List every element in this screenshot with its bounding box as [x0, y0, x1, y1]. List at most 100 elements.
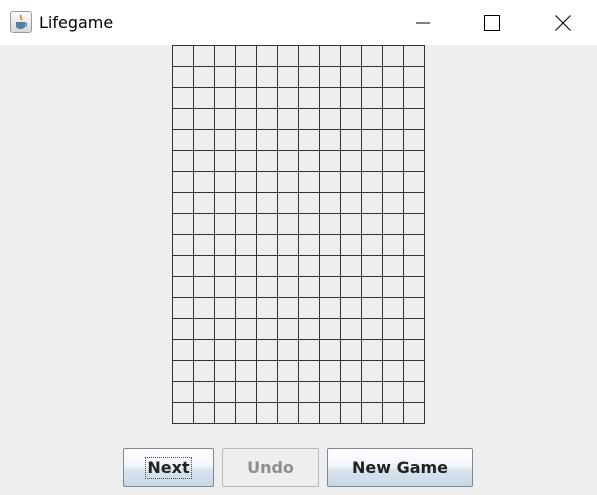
- board-cell[interactable]: [172, 192, 193, 213]
- board-cell[interactable]: [256, 318, 277, 339]
- board-cell[interactable]: [382, 192, 403, 213]
- board-cell[interactable]: [277, 234, 298, 255]
- board-cell[interactable]: [256, 45, 277, 66]
- new-game-button[interactable]: New Game: [327, 448, 473, 487]
- board-cell[interactable]: [403, 192, 424, 213]
- board-cell[interactable]: [319, 297, 340, 318]
- board-cell[interactable]: [319, 171, 340, 192]
- board-cell[interactable]: [403, 45, 424, 66]
- board-cell[interactable]: [214, 171, 235, 192]
- board-cell[interactable]: [277, 339, 298, 360]
- board-cell[interactable]: [340, 276, 361, 297]
- board-cell[interactable]: [403, 402, 424, 423]
- board-cell[interactable]: [277, 276, 298, 297]
- board-cell[interactable]: [382, 108, 403, 129]
- board-cell[interactable]: [298, 66, 319, 87]
- board-cell[interactable]: [172, 297, 193, 318]
- board-cell[interactable]: [298, 192, 319, 213]
- board-cell[interactable]: [340, 66, 361, 87]
- board-cell[interactable]: [214, 276, 235, 297]
- board-cell[interactable]: [298, 318, 319, 339]
- board-cell[interactable]: [235, 192, 256, 213]
- board-cell[interactable]: [256, 171, 277, 192]
- board-cell[interactable]: [235, 360, 256, 381]
- board-cell[interactable]: [298, 381, 319, 402]
- board-cell[interactable]: [214, 402, 235, 423]
- board-cell[interactable]: [172, 150, 193, 171]
- board-cell[interactable]: [298, 213, 319, 234]
- board-cell[interactable]: [298, 150, 319, 171]
- board-cell[interactable]: [214, 45, 235, 66]
- board-cell[interactable]: [172, 213, 193, 234]
- board-cell[interactable]: [214, 108, 235, 129]
- board-cell[interactable]: [235, 255, 256, 276]
- life-board-grid[interactable]: [172, 45, 425, 424]
- board-cell[interactable]: [382, 171, 403, 192]
- board-cell[interactable]: [361, 171, 382, 192]
- board-cell[interactable]: [172, 87, 193, 108]
- board-cell[interactable]: [340, 318, 361, 339]
- board-cell[interactable]: [403, 297, 424, 318]
- board-cell[interactable]: [214, 318, 235, 339]
- board-cell[interactable]: [319, 255, 340, 276]
- board-cell[interactable]: [172, 402, 193, 423]
- board-cell[interactable]: [403, 339, 424, 360]
- undo-button[interactable]: Undo: [222, 448, 319, 487]
- board-cell[interactable]: [277, 192, 298, 213]
- board-cell[interactable]: [298, 129, 319, 150]
- maximize-button[interactable]: [469, 0, 515, 45]
- board-cell[interactable]: [172, 255, 193, 276]
- board-cell[interactable]: [172, 339, 193, 360]
- board-cell[interactable]: [193, 402, 214, 423]
- board-cell[interactable]: [361, 360, 382, 381]
- board-cell[interactable]: [235, 234, 256, 255]
- board-cell[interactable]: [361, 66, 382, 87]
- board-cell[interactable]: [319, 402, 340, 423]
- board-cell[interactable]: [235, 171, 256, 192]
- board-cell[interactable]: [172, 108, 193, 129]
- board-cell[interactable]: [382, 255, 403, 276]
- board-cell[interactable]: [235, 381, 256, 402]
- board-cell[interactable]: [193, 255, 214, 276]
- board-cell[interactable]: [403, 318, 424, 339]
- board-cell[interactable]: [235, 213, 256, 234]
- board-cell[interactable]: [193, 192, 214, 213]
- board-cell[interactable]: [193, 108, 214, 129]
- board-cell[interactable]: [361, 318, 382, 339]
- board-cell[interactable]: [214, 87, 235, 108]
- board-cell[interactable]: [382, 234, 403, 255]
- board-cell[interactable]: [256, 87, 277, 108]
- board-cell[interactable]: [340, 45, 361, 66]
- board-cell[interactable]: [256, 360, 277, 381]
- board-cell[interactable]: [256, 276, 277, 297]
- board-cell[interactable]: [340, 192, 361, 213]
- board-cell[interactable]: [319, 150, 340, 171]
- board-cell[interactable]: [298, 171, 319, 192]
- board-cell[interactable]: [382, 360, 403, 381]
- board-cell[interactable]: [256, 192, 277, 213]
- board-cell[interactable]: [256, 381, 277, 402]
- board-cell[interactable]: [340, 234, 361, 255]
- board-cell[interactable]: [382, 339, 403, 360]
- board-cell[interactable]: [172, 66, 193, 87]
- board-cell[interactable]: [319, 87, 340, 108]
- board-cell[interactable]: [193, 45, 214, 66]
- board-cell[interactable]: [235, 339, 256, 360]
- board-cell[interactable]: [214, 213, 235, 234]
- board-cell[interactable]: [403, 171, 424, 192]
- board-cell[interactable]: [361, 87, 382, 108]
- board-cell[interactable]: [277, 87, 298, 108]
- board-cell[interactable]: [256, 339, 277, 360]
- board-cell[interactable]: [214, 150, 235, 171]
- board-cell[interactable]: [298, 234, 319, 255]
- board-cell[interactable]: [235, 318, 256, 339]
- board-cell[interactable]: [382, 276, 403, 297]
- board-cell[interactable]: [403, 66, 424, 87]
- board-cell[interactable]: [277, 171, 298, 192]
- next-button[interactable]: Next: [123, 448, 214, 487]
- board-cell[interactable]: [256, 66, 277, 87]
- board-cell[interactable]: [319, 318, 340, 339]
- board-cell[interactable]: [403, 255, 424, 276]
- board-cell[interactable]: [277, 45, 298, 66]
- board-cell[interactable]: [403, 381, 424, 402]
